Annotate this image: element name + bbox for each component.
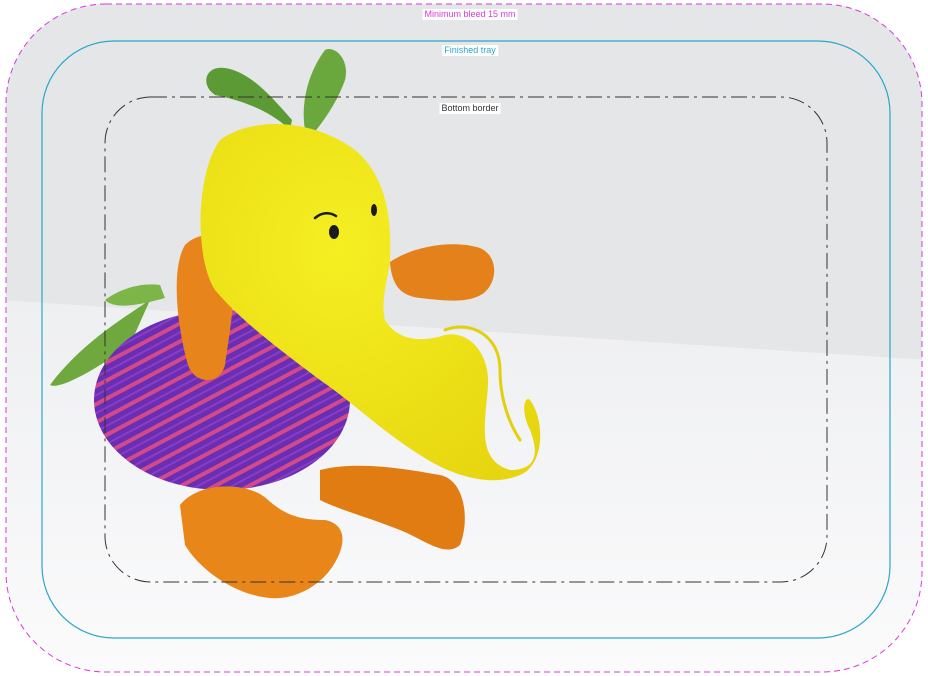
- eye-right: [371, 204, 377, 216]
- eye-left: [329, 225, 339, 239]
- bleed-guide-label: Minimum bleed 15 mm: [422, 9, 518, 20]
- tray-artwork: [5, 3, 923, 673]
- tray-print-template: Minimum bleed 15 mm Finished tray Bottom…: [0, 0, 928, 676]
- bottom-border-label: Bottom border: [439, 103, 501, 114]
- finished-tray-label: Finished tray: [442, 45, 498, 56]
